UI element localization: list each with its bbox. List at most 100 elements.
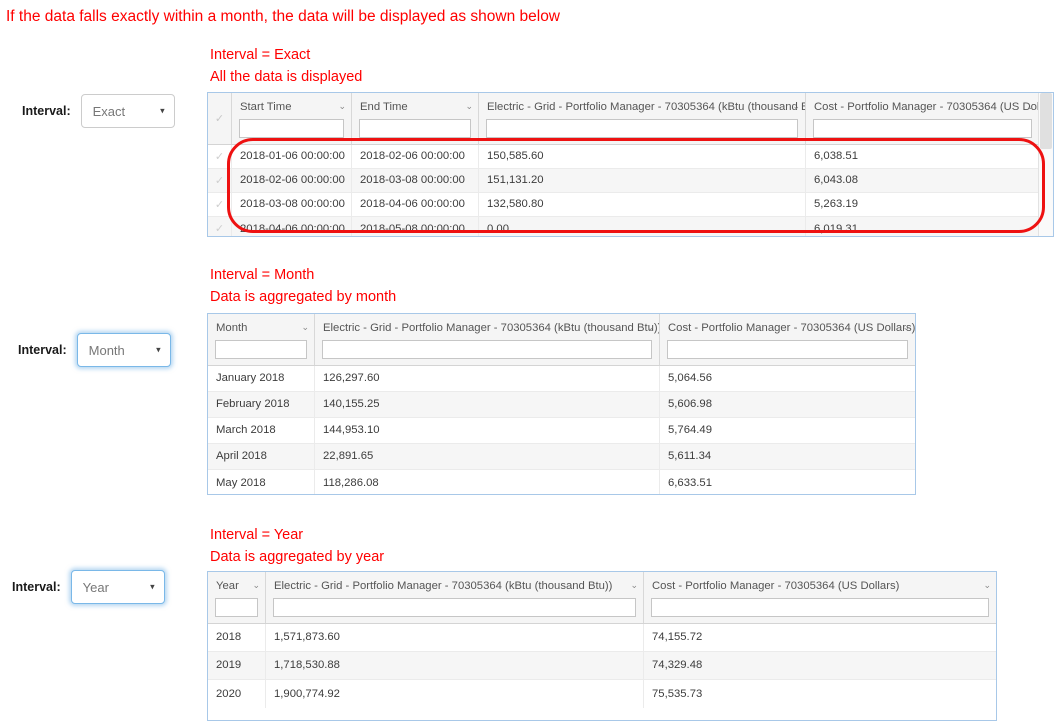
check-icon: ✓ (214, 223, 225, 235)
cell-month: May 2018 (208, 469, 315, 494)
table-row[interactable]: March 2018 144,953.10 5,764.49 (208, 417, 915, 444)
chevron-down-icon[interactable]: ⌄ (983, 579, 991, 591)
table-row[interactable]: January 2018 126,297.60 5,064.56 (208, 365, 915, 392)
interval-control-exact: Interval: Exact ▾ (22, 94, 175, 128)
chevron-down-icon[interactable]: ⌄ (252, 579, 260, 591)
column-header-cost-label: Cost - Portfolio Manager - 70305364 (US … (652, 580, 900, 592)
filter-input-year[interactable] (215, 597, 258, 617)
cell-start-time: 2018-01-06 00:00:00 (232, 144, 352, 168)
cell-electric-grid: 1,571,873.60 (266, 623, 644, 651)
filter-wrap-cost (660, 336, 915, 365)
filter-wrap-year (208, 594, 265, 623)
cell-cost: 74,155.72 (652, 631, 703, 643)
cell-start-time: 2018-02-06 00:00:00 (232, 168, 352, 192)
cell-year: 2018 (208, 623, 266, 651)
chevron-down-icon[interactable]: ⌄ (338, 100, 346, 112)
data-grid-month[interactable]: Month ⌄ Electric - Grid - Portfolio Mana… (207, 313, 916, 495)
page-top-note: If the data falls exactly within a month… (6, 8, 561, 25)
table-row[interactable]: 2018 1,571,873.60 74,155.72 (208, 623, 996, 652)
column-header-year[interactable]: Year ⌄ (208, 572, 266, 623)
filter-input-cost[interactable] (667, 339, 908, 359)
chevron-down-icon[interactable]: ⌄ (1026, 100, 1034, 112)
interval-label-year: Interval: (12, 580, 61, 594)
table-row[interactable]: 2020 1,900,774.92 75,535.73 (208, 679, 996, 708)
table-row[interactable]: ✓ 2018-04-06 00:00:00 2018-05-08 00:00:0… (208, 216, 1053, 236)
interval-select-month[interactable]: Month ▾ (76, 333, 171, 367)
row-select-cell[interactable]: ✓ (208, 144, 232, 168)
cell-start-time: 2018-03-08 00:00:00 (232, 192, 352, 216)
data-grid-exact[interactable]: ✓ Start Time ⌄ End Time ⌄ Electric - Gri… (207, 92, 1054, 237)
filter-input-electric-grid[interactable] (322, 339, 652, 359)
select-all-column-header[interactable]: ✓ (208, 93, 232, 144)
filter-input-cost[interactable] (813, 118, 1032, 138)
filter-wrap-electric-grid (315, 336, 659, 365)
cell-electric-grid: 1,900,774.92 (266, 679, 644, 708)
cell-year: 2020 (208, 679, 266, 708)
cell-end-time: 2018-05-08 00:00:00 (352, 216, 479, 236)
cell-electric-grid: 151,131.20 (479, 168, 806, 192)
column-header-cost[interactable]: Cost - Portfolio Manager - 70305364 (US … (806, 93, 1039, 144)
filter-wrap-electric-grid (266, 594, 643, 623)
cell-year: 2019 (208, 651, 266, 679)
interval-select-year-value: Year (82, 579, 109, 595)
filter-input-month[interactable] (215, 339, 307, 359)
cell-month: March 2018 (208, 417, 315, 443)
cell-cost: 74,329.48 (652, 659, 703, 671)
column-header-electric-grid-label: Electric - Grid - Portfolio Manager - 70… (274, 580, 613, 592)
column-header-start-time[interactable]: Start Time ⌄ (232, 93, 352, 144)
cell-month: January 2018 (208, 365, 315, 391)
filter-input-electric-grid[interactable] (273, 597, 636, 617)
grid-year-body: 2018 1,571,873.60 74,155.72 2019 1,718,5… (208, 623, 996, 708)
table-row[interactable]: ✓ 2018-03-08 00:00:00 2018-04-06 00:00:0… (208, 192, 1053, 217)
column-header-cost[interactable]: Cost - Portfolio Manager - 70305364 (US … (660, 314, 915, 365)
check-icon: ✓ (214, 150, 225, 163)
table-row[interactable]: April 2018 22,891.65 5,611.34 (208, 443, 915, 470)
cell-electric-grid: 0.00 (479, 216, 806, 236)
chevron-down-icon[interactable]: ⌄ (630, 579, 638, 591)
filter-input-end-time[interactable] (359, 118, 471, 138)
section-exact-note-line1: Interval = Exact (210, 47, 311, 63)
table-row[interactable]: May 2018 118,286.08 6,633.51 (208, 469, 915, 494)
vertical-scrollbar[interactable] (1038, 93, 1053, 236)
cell-electric-grid: 126,297.60 (315, 365, 660, 391)
caret-down-icon: ▾ (160, 105, 165, 116)
row-select-cell[interactable]: ✓ (208, 168, 232, 192)
cell-electric-grid: 118,286.08 (315, 469, 660, 494)
column-header-end-time[interactable]: End Time ⌄ (352, 93, 479, 144)
chevron-down-icon[interactable]: ⌄ (902, 321, 910, 333)
interval-select-exact-value: Exact (92, 103, 126, 119)
column-header-electric-grid[interactable]: Electric - Grid - Portfolio Manager - 70… (315, 314, 660, 365)
interval-select-exact[interactable]: Exact ▾ (80, 94, 175, 128)
column-header-electric-grid-label: Electric - Grid - Portfolio Manager - 70… (487, 101, 805, 113)
data-grid-year[interactable]: Year ⌄ Electric - Grid - Portfolio Manag… (207, 571, 997, 721)
scrollbar-thumb[interactable] (1040, 93, 1052, 149)
table-row[interactable]: 2019 1,718,530.88 74,329.48 (208, 651, 996, 680)
filter-wrap-cost (806, 115, 1039, 144)
interval-select-year[interactable]: Year ▾ (70, 570, 165, 604)
column-header-month[interactable]: Month ⌄ (208, 314, 315, 365)
column-header-electric-grid[interactable]: Electric - Grid - Portfolio Manager - 70… (479, 93, 806, 144)
interval-label-month: Interval: (18, 343, 67, 357)
filter-wrap-month (208, 336, 314, 365)
column-header-cost[interactable]: Cost - Portfolio Manager - 70305364 (US … (644, 572, 996, 623)
column-header-cost-label: Cost - Portfolio Manager - 70305364 (US … (668, 322, 915, 334)
grid-month-header: Month ⌄ Electric - Grid - Portfolio Mana… (208, 314, 915, 366)
column-header-end-time-label: End Time (360, 101, 408, 113)
chevron-down-icon[interactable]: ⌄ (465, 100, 473, 112)
row-select-cell[interactable]: ✓ (208, 192, 232, 216)
cell-end-time: 2018-03-08 00:00:00 (352, 168, 479, 192)
column-header-electric-grid[interactable]: Electric - Grid - Portfolio Manager - 70… (266, 572, 644, 623)
row-select-cell[interactable]: ✓ (208, 216, 232, 236)
cell-electric-grid: 150,585.60 (479, 144, 806, 168)
chevron-down-icon[interactable]: ⌄ (301, 321, 309, 333)
column-header-start-time-label: Start Time (240, 101, 292, 113)
table-row[interactable]: February 2018 140,155.25 5,606.98 (208, 391, 915, 418)
chevron-down-icon[interactable]: ⌄ (792, 100, 800, 112)
table-row[interactable]: ✓ 2018-02-06 00:00:00 2018-03-08 00:00:0… (208, 168, 1053, 193)
filter-input-start-time[interactable] (239, 118, 344, 138)
table-row[interactable]: ✓ 2018-01-06 00:00:00 2018-02-06 00:00:0… (208, 144, 1053, 169)
section-exact-note-line2: All the data is displayed (210, 69, 363, 85)
filter-input-cost[interactable] (651, 597, 989, 617)
chevron-down-icon[interactable]: ⌄ (646, 321, 654, 333)
filter-input-electric-grid[interactable] (486, 118, 798, 138)
